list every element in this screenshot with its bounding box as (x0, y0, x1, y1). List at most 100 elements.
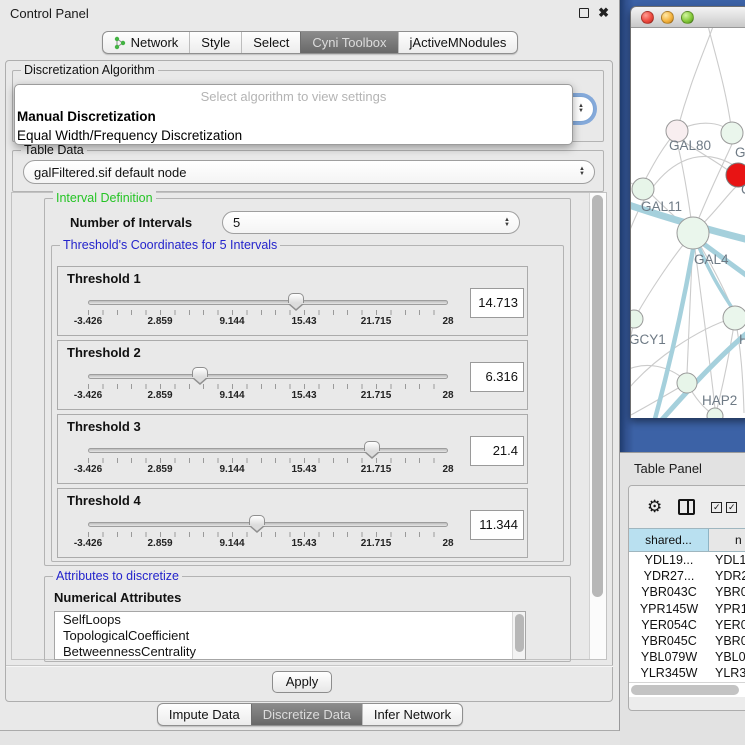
close-window-icon[interactable]: ✖ (598, 8, 609, 18)
threshold-1-label: Threshold 1 (67, 271, 141, 286)
node-bottom-partial[interactable] (707, 408, 723, 418)
threshold-2-label: Threshold 2 (67, 345, 141, 360)
slider-track[interactable] (88, 300, 448, 305)
threshold-4-value-field[interactable]: 11.344 (470, 510, 524, 540)
interval-definition-legend: Interval Definition (53, 191, 156, 205)
threshold-2-panel: Threshold 2 -3.4262.8599.14415.4321.7152… (57, 340, 528, 410)
list-item[interactable]: TopologicalCoefficient (55, 628, 525, 644)
threshold-4-label: Threshold 4 (67, 493, 141, 508)
slider-handle[interactable] (192, 367, 208, 377)
list-scrollbar-thumb[interactable] (515, 614, 524, 652)
list-item[interactable]: SelfLoops (55, 612, 525, 628)
divider (6, 665, 613, 667)
vertical-scrollbar-thumb[interactable] (592, 195, 603, 597)
float-window-icon[interactable] (579, 8, 589, 18)
column-header-shared-name[interactable]: shared... (629, 529, 709, 551)
slider-handle[interactable] (249, 515, 265, 525)
table-row[interactable]: YBR043CYBR0 (629, 584, 745, 600)
table-row[interactable]: YER054CYER0 (629, 617, 745, 633)
slider-track[interactable] (88, 374, 448, 379)
threshold-1-panel: Threshold 1 -3.4262.8599.14415.4321.7152… (57, 266, 528, 336)
discretization-algorithm-legend: Discretization Algorithm (21, 63, 158, 77)
slider-ticks (88, 384, 448, 389)
threshold-2-slider[interactable]: -3.4262.8599.14415.4321.71528 (88, 372, 448, 400)
number-of-intervals-label: Number of Intervals (70, 215, 192, 230)
node-label: G (735, 145, 745, 160)
vertical-scrollbar[interactable] (589, 193, 606, 659)
gear-icon[interactable]: ⚙ (647, 497, 662, 517)
table-row[interactable]: YBR045CYBR0 (629, 633, 745, 649)
slider-track[interactable] (88, 448, 448, 453)
table-row[interactable]: YDL19...YDL1 (629, 552, 745, 568)
tab-discretize-data[interactable]: Discretize Data (251, 704, 362, 725)
tab-network-label: Network (131, 35, 179, 50)
node-table-browser: ⚙ ✓ ✓ shared... n YDL19...YDL1 YDR27...Y… (628, 485, 745, 711)
table-data-combobox[interactable]: galFiltered.sif default node ▲▼ (23, 160, 595, 184)
slider-track[interactable] (88, 522, 448, 527)
tab-network[interactable]: Network (103, 32, 190, 53)
table-header-row: shared... n (629, 528, 745, 552)
bottom-tab-bar: Impute Data Discretize Data Infer Networ… (0, 703, 620, 726)
close-traffic-light-icon[interactable] (641, 11, 654, 24)
algorithm-prompt-item[interactable]: Select algorithm to view settings (15, 87, 572, 107)
node-h[interactable] (723, 306, 745, 330)
tab-infer-network[interactable]: Infer Network (362, 704, 462, 725)
tab-style[interactable]: Style (189, 32, 241, 53)
algorithm-option-manual[interactable]: Manual Discretization (15, 107, 572, 126)
table-body: YDL19...YDL1 YDR27...YDR2 YBR043CYBR0 YP… (629, 552, 745, 682)
horizontal-scrollbar[interactable] (629, 682, 745, 697)
select-columns-checkbox-icon[interactable]: ✓ (726, 502, 737, 513)
table-row[interactable]: YPR145WYPR1 (629, 601, 745, 617)
node-label: GAL11 (641, 199, 682, 214)
list-item[interactable]: BetweennessCentrality (55, 644, 525, 660)
table-row[interactable]: YLR345WYLR3 (629, 665, 745, 681)
network-window-titlebar[interactable] (631, 7, 745, 28)
select-all-checkbox-icon[interactable]: ✓ (711, 502, 722, 513)
table-row[interactable]: YBL079WYBL0 (629, 649, 745, 665)
threshold-1-slider[interactable]: -3.4262.8599.14415.4321.71528 (88, 298, 448, 326)
slider-handle[interactable] (288, 293, 304, 303)
node-gcy1[interactable] (631, 310, 643, 328)
threshold-1-value-field[interactable]: 14.713 (470, 288, 524, 318)
split-columns-icon[interactable] (678, 499, 695, 515)
slider-ticks (88, 310, 448, 315)
threshold-2-value-field[interactable]: 6.316 (470, 362, 524, 392)
zoom-traffic-light-icon[interactable] (681, 11, 694, 24)
threshold-3-slider[interactable]: -3.4262.8599.14415.4321.71528 (88, 446, 448, 474)
slider-ticks (88, 532, 448, 537)
tab-impute-data[interactable]: Impute Data (158, 704, 251, 725)
list-scrollbar[interactable] (512, 612, 525, 659)
numerical-attributes-title: Numerical Attributes (54, 590, 181, 605)
algorithm-option-equal-width[interactable]: Equal Width/Frequency Discretization (15, 126, 572, 145)
attributes-legend: Attributes to discretize (53, 569, 182, 583)
table-data-value: galFiltered.sif default node (34, 165, 186, 180)
node-hap2[interactable] (677, 373, 697, 393)
node-top-right[interactable] (721, 122, 743, 144)
tab-cyni-toolbox[interactable]: Cyni Toolbox (300, 32, 397, 53)
slider-handle[interactable] (364, 441, 380, 451)
slider-ticks (88, 458, 448, 463)
apply-button[interactable]: Apply (272, 671, 332, 693)
node-gal4[interactable] (677, 217, 709, 249)
threshold-3-value-field[interactable]: 21.4 (470, 436, 524, 466)
tab-jactivemnodules[interactable]: jActiveMNodules (398, 32, 518, 53)
control-panel-titlebar: Control Panel ✖ (0, 0, 619, 26)
minimize-traffic-light-icon[interactable] (661, 11, 674, 24)
slider-tick-labels: -3.4262.8599.14415.4321.71528 (88, 390, 448, 402)
table-panel-title: Table Panel (634, 461, 702, 476)
table-row[interactable]: YDR27...YDR2 (629, 568, 745, 584)
table-panel-region: Table Panel ⚙ ✓ ✓ shared... n YDL19...YD… (620, 452, 745, 745)
column-header-name[interactable]: n (709, 529, 745, 551)
thresholds-legend: Threshold's Coordinates for 5 Intervals (60, 238, 280, 252)
combo-stepper-icon: ▲▼ (578, 104, 584, 114)
tab-select[interactable]: Select (241, 32, 300, 53)
network-canvas[interactable]: GAL80 G C GAL11 GAL4 GCY1 H HAP2 (631, 28, 745, 418)
number-of-intervals-combobox[interactable]: 5 ▲▼ (222, 211, 520, 234)
table-data-group: Table Data galFiltered.sif default node … (12, 150, 604, 192)
threshold-4-slider[interactable]: -3.4262.8599.14415.4321.71528 (88, 520, 448, 548)
node-gal11[interactable] (632, 178, 654, 200)
table-data-legend: Table Data (21, 143, 87, 157)
network-window: GAL80 G C GAL11 GAL4 GCY1 H HAP2 (630, 6, 745, 418)
numerical-attributes-list: SelfLoops TopologicalCoefficient Between… (54, 611, 526, 660)
horizontal-scrollbar-thumb[interactable] (631, 685, 739, 695)
